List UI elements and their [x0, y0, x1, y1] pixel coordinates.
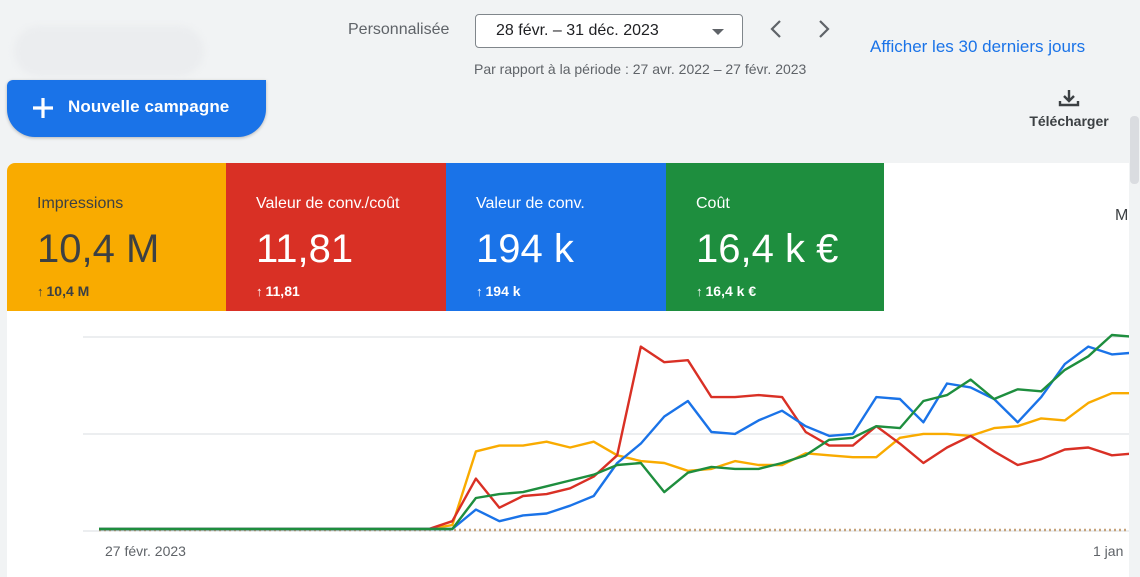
download-button[interactable]: Télécharger — [1024, 88, 1114, 131]
metric-delta: ↑ 16,4 k € — [696, 283, 756, 299]
account-name-blurred — [14, 26, 204, 76]
metric-delta: ↑ 194 k — [476, 283, 521, 299]
scrollbar-thumb[interactable] — [1130, 116, 1139, 184]
metric-delta-value: 16,4 k € — [705, 283, 757, 299]
metric-delta-value: 10,4 M — [46, 283, 90, 299]
chevron-left-icon[interactable] — [764, 15, 788, 43]
comparison-period-text: Par rapport à la période : 27 avr. 2022 … — [474, 61, 807, 77]
x-tick-label: 1 jan — [1093, 543, 1123, 559]
metric-value: 16,4 k € — [696, 227, 839, 271]
metric-title: Impressions — [37, 195, 124, 212]
metric-delta-value: 194 k — [485, 283, 521, 299]
series-line — [99, 345, 1140, 531]
last-30-days-link[interactable]: Afficher les 30 derniers jours — [870, 37, 1085, 57]
metric-delta: ↑ 11,81 — [256, 283, 300, 299]
date-range-select[interactable]: 28 févr. – 31 déc. 2023 — [475, 14, 743, 48]
date-range-value: 28 févr. – 31 déc. 2023 — [496, 22, 659, 39]
performance-panel: Impressions 10,4 M ↑ 10,4 M Valeur de con… — [7, 163, 1140, 577]
truncated-label: M — [1115, 207, 1129, 224]
plus-icon — [33, 98, 53, 118]
metric-title: Valeur de conv./coût — [256, 195, 400, 212]
metric-title: Valeur de conv. — [476, 195, 585, 212]
chevron-right-icon[interactable] — [812, 15, 836, 43]
arrow-up-icon: ↑ — [476, 284, 483, 299]
new-campaign-label: Nouvelle campagne — [68, 97, 230, 116]
metric-value: 10,4 M — [37, 227, 160, 271]
series-line — [99, 390, 1140, 531]
new-campaign-button[interactable]: Nouvelle campagne — [7, 80, 266, 137]
metric-value: 194 k — [476, 227, 574, 271]
metric-tile-impressions[interactable]: Impressions 10,4 M ↑ 10,4 M — [7, 163, 226, 311]
metric-tile-cost[interactable]: Coût 16,4 k € ↑ 16,4 k € — [666, 163, 884, 311]
dropdown-caret-icon — [712, 29, 724, 35]
period-type-label: Personnalisée — [348, 21, 450, 38]
metric-title: Coût — [696, 195, 730, 212]
arrow-up-icon: ↑ — [37, 284, 44, 299]
download-icon — [1058, 90, 1080, 107]
metric-delta: ↑ 10,4 M — [37, 283, 89, 299]
series-line — [99, 345, 1140, 531]
x-tick-label: 27 févr. 2023 — [105, 543, 186, 559]
metric-delta-value: 11,81 — [265, 283, 300, 299]
arrow-up-icon: ↑ — [256, 284, 263, 299]
arrow-up-icon: ↑ — [696, 284, 703, 299]
metric-value: 11,81 — [256, 227, 354, 271]
metric-tile-conv-value[interactable]: Valeur de conv. 194 k ↑ 194 k — [446, 163, 666, 311]
page-scrollbar[interactable] — [1129, 100, 1140, 577]
metric-tile-conv-value-cost[interactable]: Valeur de conv./coût 11,81 ↑ 11,81 — [226, 163, 446, 311]
download-label: Télécharger — [1029, 113, 1109, 129]
performance-line-chart: 27 févr. 2023 1 jan — [83, 333, 1140, 559]
